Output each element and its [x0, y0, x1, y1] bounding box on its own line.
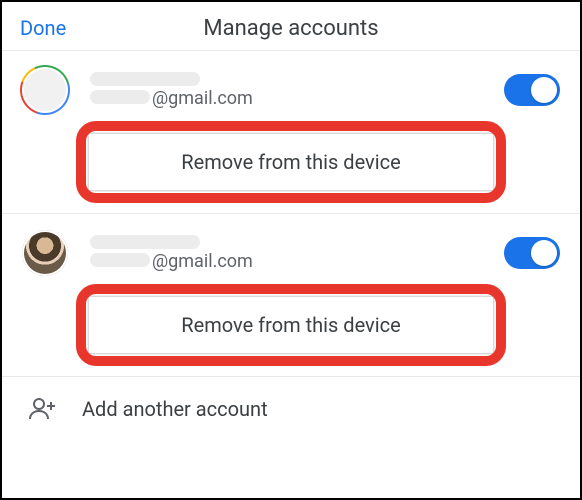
- account-toggle[interactable]: [504, 74, 560, 106]
- remove-wrap: Remove from this device: [88, 296, 494, 354]
- person-add-icon: [28, 397, 56, 421]
- page-title: Manage accounts: [203, 16, 378, 41]
- account-email-domain: @gmail.com: [152, 88, 253, 109]
- done-button[interactable]: Done: [20, 16, 66, 40]
- account-item: @gmail.com Remove from this device: [2, 213, 580, 354]
- account-email-local-redacted: [90, 253, 150, 267]
- account-toggle[interactable]: [504, 237, 560, 269]
- account-row: @gmail.com: [2, 51, 580, 119]
- add-another-account-button[interactable]: Add another account: [2, 376, 580, 435]
- account-name-redacted: [90, 235, 200, 249]
- account-email-domain: @gmail.com: [152, 251, 253, 272]
- account-email-local-redacted: [90, 90, 150, 104]
- account-row: @gmail.com: [2, 214, 580, 282]
- account-texts: @gmail.com: [90, 235, 482, 272]
- remove-wrap: Remove from this device: [88, 133, 494, 191]
- avatar: [22, 67, 68, 113]
- account-name-redacted: [90, 72, 200, 86]
- account-texts: @gmail.com: [90, 72, 482, 109]
- account-email: @gmail.com: [90, 88, 482, 109]
- add-account-label: Add another account: [82, 397, 268, 421]
- remove-from-device-button[interactable]: Remove from this device: [88, 133, 494, 191]
- header: Done Manage accounts: [2, 2, 580, 50]
- avatar: [22, 230, 68, 276]
- remove-from-device-button[interactable]: Remove from this device: [88, 296, 494, 354]
- account-email: @gmail.com: [90, 251, 482, 272]
- account-item: @gmail.com Remove from this device: [2, 50, 580, 191]
